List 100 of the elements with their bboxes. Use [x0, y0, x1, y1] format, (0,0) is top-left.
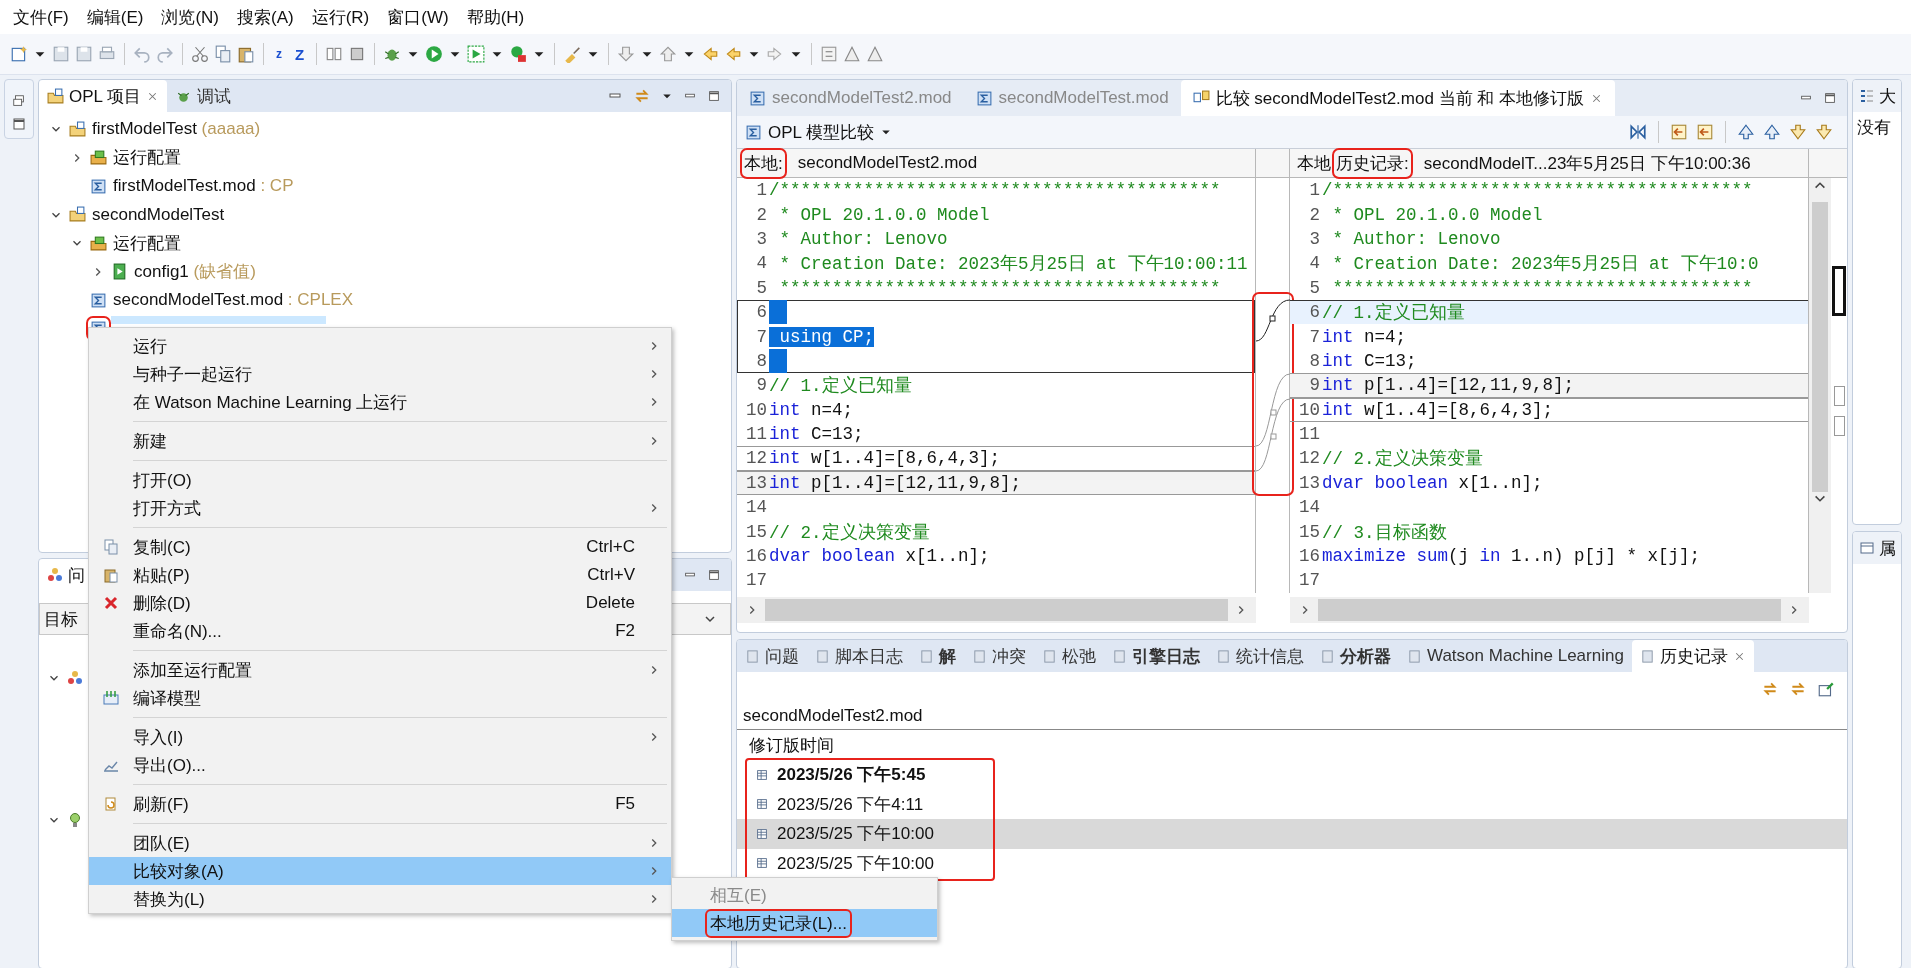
code-line: /****************************************** — [769, 180, 1221, 201]
cut-icon[interactable] — [191, 45, 209, 63]
view-tab[interactable]: 分析器 — [1312, 640, 1399, 672]
folder-icon — [90, 234, 107, 252]
menu-item[interactable]: 编辑(E) — [77, 5, 153, 29]
model-file-icon — [749, 89, 766, 107]
line-number: 3 — [755, 228, 768, 249]
triangle-icon[interactable] — [866, 45, 885, 63]
triangle-icon[interactable] — [843, 45, 862, 63]
view-tab[interactable]: 松弛 — [1034, 640, 1104, 672]
columns-icon[interactable] — [325, 45, 344, 63]
view-tab[interactable]: 问题 — [737, 640, 807, 672]
toolbar-button[interactable]: z — [272, 47, 286, 61]
copy-current-icon[interactable] — [1696, 123, 1714, 141]
menu-item[interactable]: 替换为(L) — [89, 885, 671, 913]
file-name: secondModelTest2.mod — [737, 702, 1847, 730]
line-number: 12 — [745, 448, 768, 469]
menu-item[interactable]: 删除(D) Delete — [89, 589, 671, 617]
code-line: int w[1..4]=[8,6,4,3]; — [1322, 399, 1554, 420]
maximize-icon[interactable] — [707, 568, 721, 582]
tree-item[interactable]: 运行配置 — [111, 145, 183, 171]
menu-item[interactable]: 复制(C) Ctrl+C — [89, 533, 671, 561]
paste-icon[interactable] — [237, 45, 255, 63]
run-stop-icon[interactable] — [509, 45, 528, 63]
delete-icon — [103, 595, 119, 611]
view-tab[interactable]: Watson Machine Learning — [1399, 640, 1632, 672]
menu-item[interactable]: 文件(F) — [4, 5, 78, 29]
model-file-icon — [975, 89, 993, 107]
project-folder-icon — [69, 206, 86, 224]
toolbar-button[interactable]: Z — [291, 45, 309, 63]
view-tab[interactable]: 大 — [1853, 80, 1901, 112]
line-number: 13 — [745, 472, 768, 493]
tree-item[interactable]: 运行配置 — [111, 230, 183, 256]
menu-item[interactable]: 新建 — [89, 427, 671, 455]
tree-item[interactable]: config1 (缺省值) — [132, 259, 258, 285]
menu-item[interactable]: 打开(O) — [89, 466, 671, 494]
line-number: 6 — [755, 302, 768, 323]
sync-icon[interactable] — [1761, 680, 1779, 698]
maximize-icon[interactable] — [1823, 91, 1837, 105]
new-file-icon[interactable] — [10, 45, 28, 63]
view-tab[interactable]: OPL 项目 — [39, 80, 168, 112]
history-row[interactable]: 2023/5/26 下午5:45 — [737, 760, 1847, 790]
view-tab[interactable]: 脚本日志 — [807, 640, 911, 672]
view-tab[interactable]: 属 — [1853, 532, 1901, 564]
view-tab[interactable]: 引擎日志 — [1104, 640, 1208, 672]
menu-item[interactable]: 本地历史记录(L)... — [672, 909, 937, 937]
menu-item[interactable]: 添加至运行配置 — [89, 656, 671, 684]
code-line: int n=4; — [1322, 326, 1407, 347]
menu-item[interactable]: 团队(E) — [89, 829, 671, 857]
line-number: 14 — [1298, 497, 1321, 518]
history-row[interactable]: 2023/5/26 下午4:11 — [737, 789, 1847, 819]
diff-navigate-icon[interactable] — [1629, 123, 1647, 141]
scrollbar-thumb[interactable] — [1318, 599, 1781, 621]
menu-item[interactable]: 与种子一起运行 — [89, 360, 671, 388]
tree-item[interactable]: secondModelTest.mod : CPLEX — [111, 289, 356, 312]
line-number: 8 — [755, 350, 768, 371]
menu-item[interactable]: 浏览(N) — [152, 5, 228, 29]
table-icon — [755, 767, 769, 782]
menu-item[interactable]: 刷新(F) F5 — [89, 790, 671, 818]
menu-item[interactable]: 帮助(H) — [457, 5, 534, 29]
next-difference-icon[interactable] — [1737, 123, 1755, 141]
menu-item[interactable]: 导出(O)... — [89, 751, 671, 779]
previous-change-icon[interactable] — [1815, 123, 1833, 141]
view-tab[interactable]: 历史记录 — [1631, 640, 1754, 672]
restore-icon[interactable] — [12, 94, 26, 108]
next-change-icon[interactable] — [1789, 123, 1807, 141]
pin-icon[interactable] — [1817, 680, 1835, 698]
compare-viewer-menu[interactable]: OPL 模型比较 — [745, 120, 893, 144]
previous-difference-icon[interactable] — [1763, 123, 1781, 141]
line-number: 11 — [1298, 424, 1321, 445]
tree-item[interactable]: firstModelTest (aaaaa) — [90, 118, 263, 141]
window-icon[interactable] — [11, 116, 27, 132]
menu-item[interactable]: 重命名(N)... F2 — [89, 617, 671, 645]
view-tab[interactable]: 调试 — [167, 80, 240, 112]
menu-item[interactable]: 比较对象(A) — [89, 857, 671, 885]
menu-item[interactable]: 导入(I) — [89, 723, 671, 751]
tree-item[interactable]: firstModelTest.mod : CP — [111, 175, 296, 198]
view-tab[interactable]: 冲突 — [964, 640, 1034, 672]
editor-tab[interactable]: 比较 secondModelTest2.mod 当前 和 本地修订版 — [1180, 80, 1616, 116]
copy-icon[interactable] — [214, 45, 232, 63]
history-row[interactable]: 2023/5/25 下午10:00 — [737, 819, 1847, 849]
grid-icon[interactable] — [820, 45, 839, 63]
scrollbar-thumb[interactable] — [765, 599, 1228, 621]
menu-item[interactable]: 运行 — [89, 332, 671, 360]
history-row[interactable]: 2023/5/25 下午10:00 — [737, 848, 1847, 878]
menu-item[interactable]: 打开方式 — [89, 494, 671, 522]
menu-item[interactable]: 编译模型 — [89, 684, 671, 712]
properties-icon — [1859, 540, 1875, 556]
line-number: 7 — [1308, 326, 1321, 347]
view-tab[interactable]: 解 — [911, 640, 964, 672]
scrollbar-thumb[interactable] — [1812, 202, 1828, 492]
tree-item[interactable]: secondModelTest — [90, 203, 227, 226]
copy-left-icon[interactable] — [1670, 123, 1688, 141]
menu-item[interactable]: 运行(R) — [302, 5, 379, 29]
maximize-icon[interactable] — [707, 89, 721, 103]
view-tab[interactable]: 统计信息 — [1208, 640, 1312, 672]
lightbulb-icon — [67, 812, 83, 828]
menu-item[interactable]: 窗口(W) — [378, 5, 458, 29]
menu-item[interactable]: 搜索(A) — [228, 5, 303, 29]
menu-item[interactable]: 在 Watson Machine Learning 上运行 — [89, 388, 671, 416]
